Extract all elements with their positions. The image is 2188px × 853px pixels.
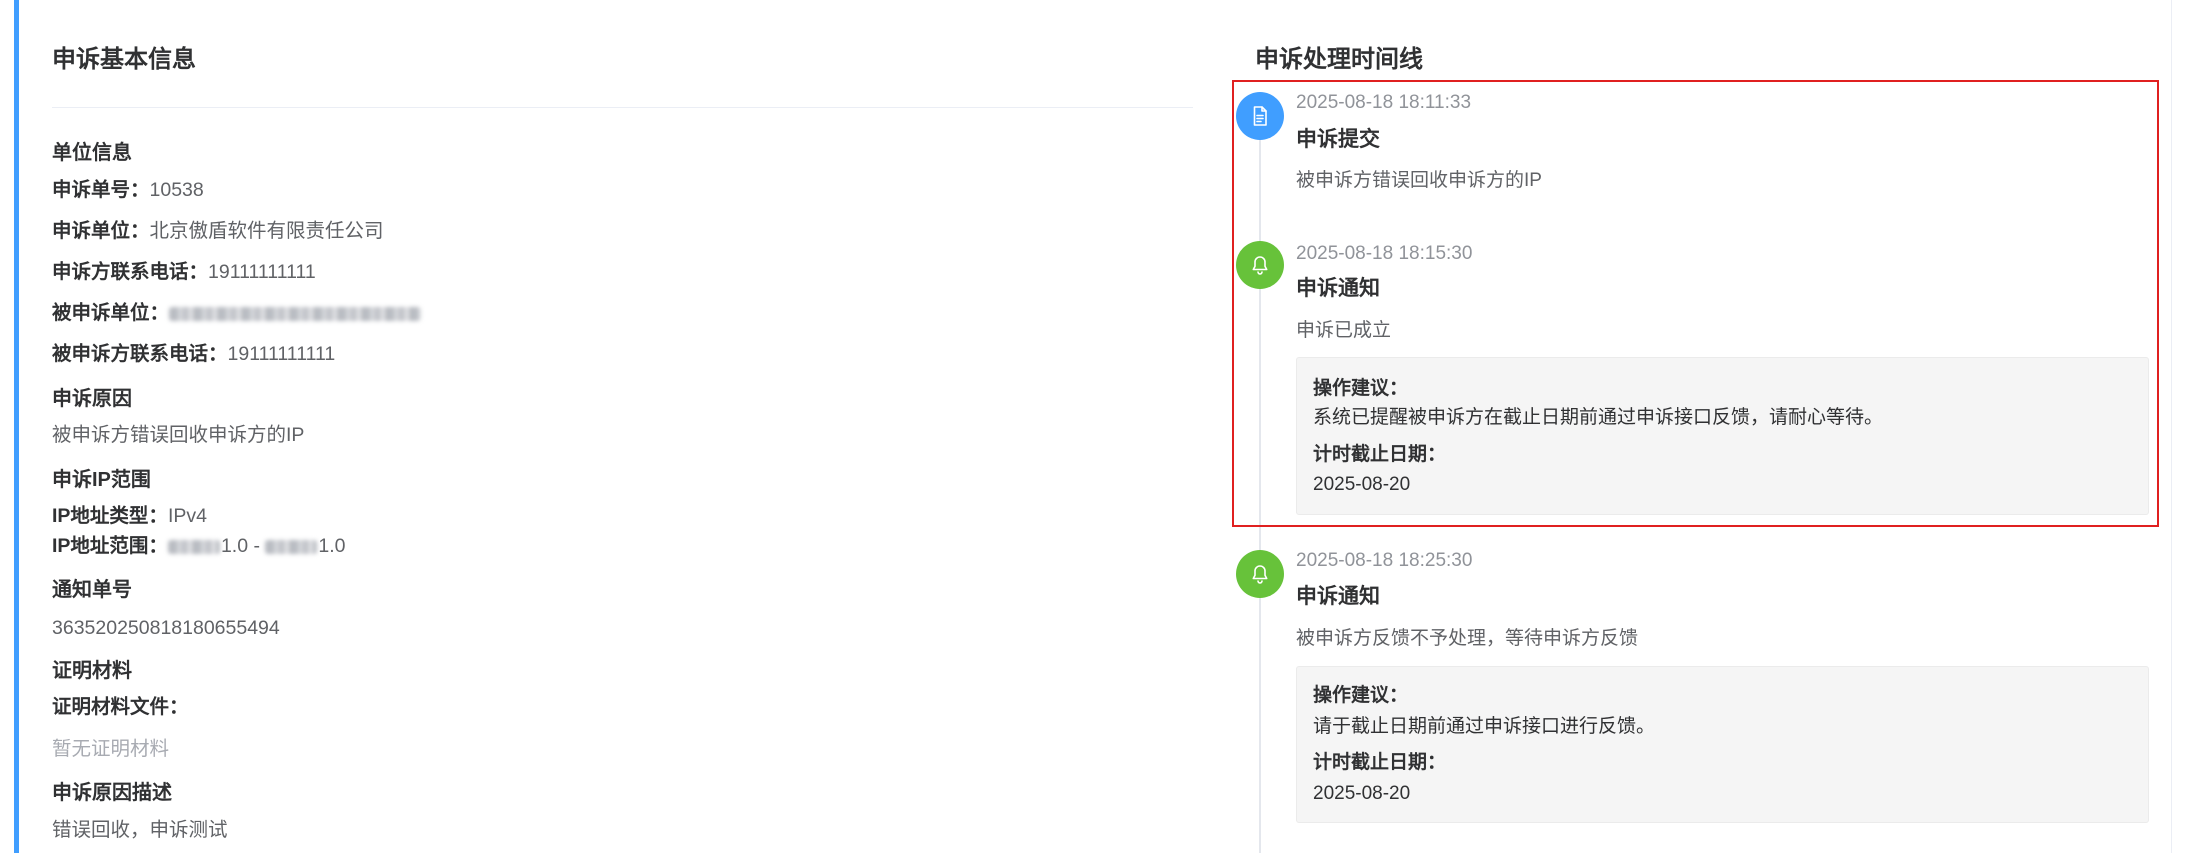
complainant-phone-value: 19111111111 — [208, 261, 316, 283]
ip-type-label: IP地址类型： — [52, 505, 168, 527]
timeline-title: 申诉处理时间线 — [1255, 46, 1423, 73]
event-time: 2025-08-18 18:25:30 — [1296, 550, 1473, 571]
ip-range-label: IP地址范围： — [52, 535, 168, 557]
respondent-org-redacted — [169, 306, 422, 321]
bell-icon — [1236, 241, 1284, 289]
deadline-value: 2025-08-20 — [1313, 783, 1411, 804]
basic-info-title: 申诉基本信息 — [52, 46, 196, 73]
description-value: 错误回收，申诉测试 — [52, 819, 228, 841]
reason-heading: 申诉原因 — [52, 388, 132, 410]
event-desc: 申诉已成立 — [1296, 320, 1392, 341]
event-title: 申诉通知 — [1296, 277, 1380, 300]
reason-value: 被申诉方错误回收申诉方的IP — [52, 424, 305, 446]
event-desc: 被申诉方错误回收申诉方的IP — [1296, 170, 1542, 191]
respondent-org-label: 被申诉单位： — [52, 302, 170, 324]
advice-text: 系统已提醒被申诉方在截止日期前通过申诉接口反馈，请耐心等待。 — [1313, 407, 1884, 428]
evidence-heading: 证明材料 — [52, 660, 132, 682]
event-time: 2025-08-18 18:15:30 — [1296, 243, 1473, 264]
event-time: 2025-08-18 18:11:33 — [1296, 92, 1472, 113]
complainant-org-field: 申诉单位：北京傲盾软件有限责任公司 — [52, 217, 384, 245]
ip-range-end-visible: 1.0 — [318, 535, 346, 557]
advice-box: 操作建议： 请于截止日期前通过申诉接口进行反馈。 计时截止日期： 2025-08… — [1296, 666, 2149, 823]
complainant-phone-field: 申诉方联系电话：19111111111 — [52, 258, 316, 286]
deadline-label: 计时截止日期： — [1313, 752, 1447, 773]
respondent-org-field: 被申诉单位： — [52, 299, 422, 327]
ticket-no-value: 10538 — [149, 179, 204, 201]
deadline-label: 计时截止日期： — [1313, 444, 1447, 465]
event-title: 申诉提交 — [1296, 128, 1380, 151]
complainant-org-value: 北京傲盾软件有限责任公司 — [149, 220, 384, 242]
ip-range-field: IP地址范围： 1.0 - 1.0 — [52, 532, 346, 560]
deadline-value: 2025-08-20 — [1313, 474, 1411, 495]
panel-right-border — [2171, 0, 2172, 853]
bell-icon — [1236, 550, 1284, 598]
event-desc: 被申诉方反馈不予处理，等待申诉方反馈 — [1296, 628, 1639, 649]
notice-heading: 通知单号 — [52, 579, 132, 601]
respondent-phone-field: 被申诉方联系电话：19111111111 — [52, 340, 335, 368]
panel-accent-bar — [14, 0, 19, 853]
ip-type-value: IPv4 — [167, 505, 207, 527]
ip-type-field: IP地址类型：IPv4 — [52, 502, 207, 530]
advice-box: 操作建议： 系统已提醒被申诉方在截止日期前通过申诉接口反馈，请耐心等待。 计时截… — [1296, 357, 2149, 515]
timeline-track — [1259, 116, 1261, 853]
ip-range-start-visible: 1.0 — [220, 535, 249, 557]
unit-info-heading: 单位信息 — [52, 142, 132, 164]
notice-value: 363520250818180655494 — [52, 617, 280, 639]
advice-label: 操作建议： — [1313, 685, 1409, 706]
respondent-phone-label: 被申诉方联系电话： — [52, 343, 228, 365]
ip-scope-heading: 申诉IP范围 — [52, 469, 151, 491]
document-icon — [1236, 92, 1284, 140]
ticket-no-field: 申诉单号：10538 — [52, 176, 204, 204]
complainant-org-label: 申诉单位： — [52, 220, 150, 242]
ip-range-start-redacted — [167, 539, 220, 554]
complainant-phone-label: 申诉方联系电话： — [52, 261, 209, 283]
description-heading: 申诉原因描述 — [52, 782, 172, 804]
ip-range-separator: - — [248, 535, 266, 557]
evidence-files-label: 证明材料文件： — [52, 696, 189, 718]
advice-label: 操作建议： — [1313, 378, 1409, 399]
event-title: 申诉通知 — [1296, 585, 1380, 608]
ip-range-end-redacted — [265, 539, 318, 554]
title-divider — [52, 107, 1193, 108]
advice-text: 请于截止日期前通过申诉接口进行反馈。 — [1313, 716, 1656, 737]
evidence-empty-text: 暂无证明材料 — [52, 738, 170, 760]
ticket-no-label: 申诉单号： — [52, 179, 150, 201]
respondent-phone-value: 19111111111 — [227, 343, 336, 365]
